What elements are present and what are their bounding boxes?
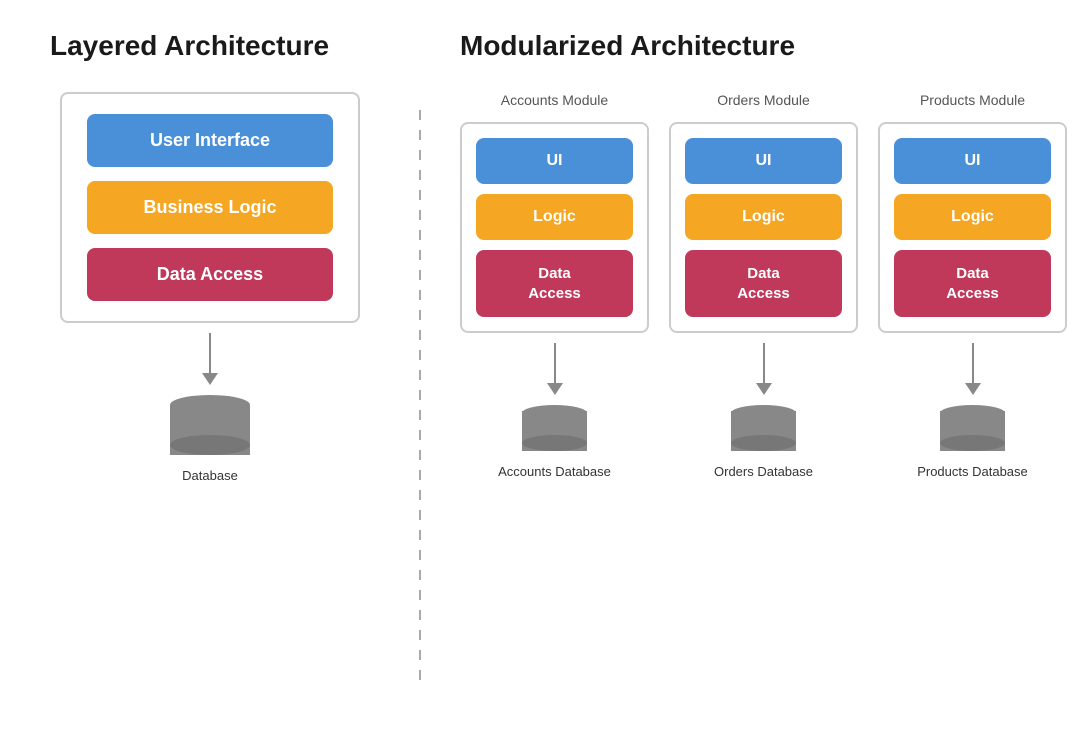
orders-db: Orders Database — [714, 405, 813, 479]
main-container: Layered Architecture User Interface Busi… — [0, 0, 1087, 744]
accounts-logic-block: Logic — [476, 194, 633, 240]
arrow-head — [202, 373, 218, 385]
accounts-module-title: Accounts Module — [501, 92, 608, 108]
left-arrow — [202, 333, 218, 385]
accounts-data-block: DataAccess — [476, 250, 633, 317]
arrow-head — [756, 383, 772, 395]
accounts-db: Accounts Database — [498, 405, 611, 479]
modules-container: Accounts Module UI Logic DataAccess — [460, 92, 1067, 479]
right-title: Modularized Architecture — [460, 30, 795, 62]
orders-module-box: UI Logic DataAccess — [669, 122, 858, 333]
db-body — [170, 405, 250, 455]
products-arrow — [965, 343, 981, 395]
products-logic-block: Logic — [894, 194, 1051, 240]
business-logic-block: Business Logic — [87, 181, 333, 234]
orders-module-column: Orders Module UI Logic DataAccess — [669, 92, 858, 479]
products-module-title: Products Module — [920, 92, 1025, 108]
accounts-db-label: Accounts Database — [498, 464, 611, 479]
products-db: Products Database — [917, 405, 1028, 479]
user-interface-block: User Interface — [87, 114, 333, 167]
products-module-column: Products Module UI Logic DataAccess — [878, 92, 1067, 479]
arrow-line — [763, 343, 765, 383]
arrow-line — [209, 333, 211, 373]
orders-arrow — [756, 343, 772, 395]
database-label: Database — [182, 468, 238, 483]
left-section: Layered Architecture User Interface Busi… — [20, 30, 400, 714]
accounts-db-cylinder — [522, 405, 587, 451]
right-section: Modularized Architecture Accounts Module… — [440, 30, 1067, 714]
accounts-module-box: UI Logic DataAccess — [460, 122, 649, 333]
db-body — [522, 411, 587, 451]
orders-ui-block: UI — [685, 138, 842, 184]
products-module-box: UI Logic DataAccess — [878, 122, 1067, 333]
db-body — [940, 411, 1005, 451]
products-data-block: DataAccess — [894, 250, 1051, 317]
section-divider — [400, 30, 440, 714]
products-db-label: Products Database — [917, 464, 1028, 479]
orders-data-block: DataAccess — [685, 250, 842, 317]
accounts-module-column: Accounts Module UI Logic DataAccess — [460, 92, 649, 479]
layered-box: User Interface Business Logic Data Acces… — [60, 92, 360, 323]
products-ui-block: UI — [894, 138, 1051, 184]
orders-db-label: Orders Database — [714, 464, 813, 479]
db-body — [731, 411, 796, 451]
orders-db-cylinder — [731, 405, 796, 451]
dashed-divider-line — [419, 110, 421, 690]
orders-logic-block: Logic — [685, 194, 842, 240]
products-db-cylinder — [940, 405, 1005, 451]
data-access-block: Data Access — [87, 248, 333, 301]
arrow-head — [547, 383, 563, 395]
orders-module-title: Orders Module — [717, 92, 810, 108]
arrow-line — [972, 343, 974, 383]
left-database: Database — [170, 395, 250, 483]
left-title: Layered Architecture — [20, 30, 329, 62]
accounts-arrow — [547, 343, 563, 395]
arrow-line — [554, 343, 556, 383]
arrow-head — [965, 383, 981, 395]
database-cylinder — [170, 395, 250, 455]
accounts-ui-block: UI — [476, 138, 633, 184]
